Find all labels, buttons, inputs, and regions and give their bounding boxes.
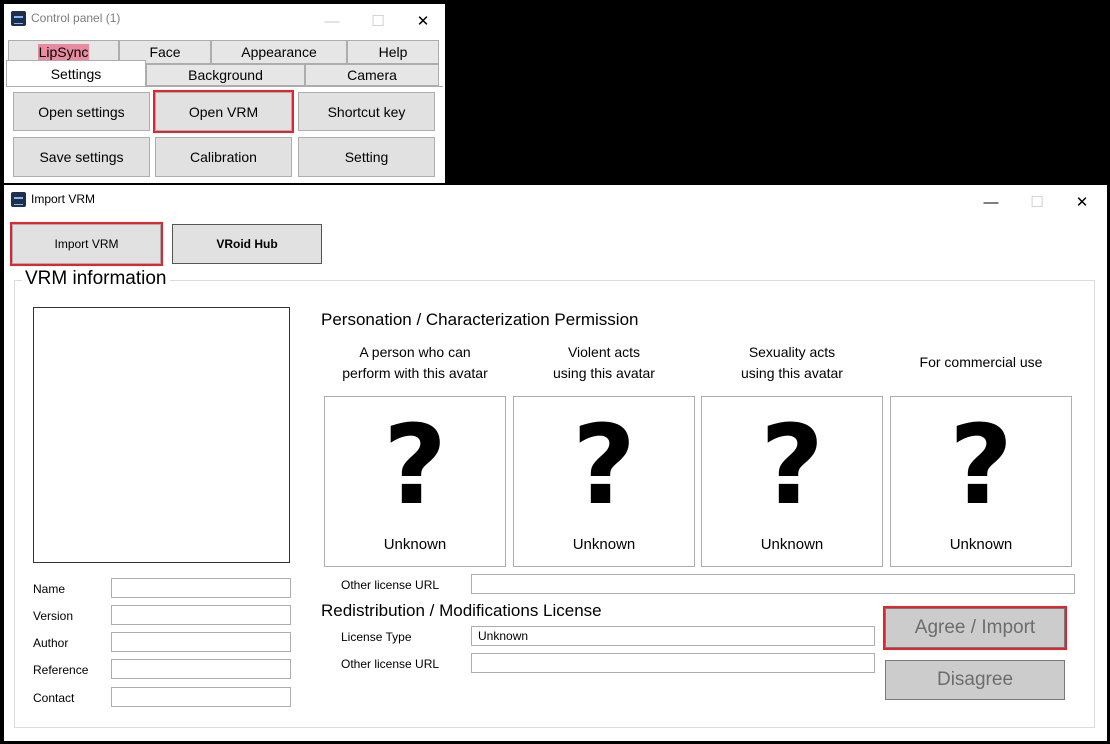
maximize-icon[interactable]: ☐ [355, 4, 401, 38]
reference-field[interactable] [111, 659, 291, 679]
contact-label: Contact [33, 691, 75, 705]
tab-lipsync-label: LipSync [37, 44, 90, 60]
other-license-url-field[interactable] [471, 574, 1075, 594]
vrm-information-title: VRM information [22, 268, 170, 290]
permission-value: Unknown [760, 536, 824, 553]
tab-help[interactable]: Help [347, 40, 439, 64]
minimize-icon[interactable]: — [968, 185, 1014, 219]
vrm-thumbnail [33, 307, 290, 563]
permission-value: Unknown [949, 536, 1013, 553]
contact-field[interactable] [111, 687, 291, 707]
save-settings-button[interactable]: Save settings [13, 137, 150, 177]
question-mark-icon: ? [949, 401, 1013, 529]
version-label: Version [33, 609, 74, 623]
app-icon [11, 11, 26, 26]
tab-camera[interactable]: Camera [305, 64, 439, 86]
disagree-button[interactable]: Disagree [885, 660, 1065, 700]
other-license-url2-label: Other license URL [341, 657, 440, 671]
permission-heading-commercial: For commercial use [919, 354, 1043, 370]
control-panel-title: Control panel (1) [31, 11, 121, 25]
tab-appearance[interactable]: Appearance [211, 40, 347, 64]
redistribution-title: Redistribution / Modifications License [321, 601, 602, 620]
permission-value: Unknown [383, 536, 447, 553]
reference-label: Reference [33, 663, 89, 677]
name-field[interactable] [111, 578, 291, 598]
question-mark-icon: ? [760, 401, 824, 529]
other-license-url2-field[interactable] [471, 653, 875, 673]
author-label: Author [33, 636, 69, 650]
import-vrm-title: Import VRM [31, 192, 96, 206]
vroid-hub-button[interactable]: VRoid Hub [172, 224, 322, 264]
setting-button[interactable]: Setting [298, 137, 435, 177]
permission-heading-sexuality: Sexuality acts using this avatar [741, 344, 843, 381]
author-field[interactable] [111, 632, 291, 652]
question-mark-icon: ? [572, 401, 636, 529]
permission-heading-perform: A person who can perform with this avata… [342, 344, 488, 381]
shortcut-key-button[interactable]: Shortcut key [298, 92, 435, 131]
close-icon[interactable]: ✕ [1059, 185, 1105, 219]
control-panel-window: Control panel (1) — ☐ ✕ LipSync Face App… [4, 4, 445, 183]
license-type-field[interactable]: Unknown [471, 626, 875, 646]
permission-heading-violent: Violent acts using this avatar [553, 344, 655, 381]
maximize-icon[interactable]: ☐ [1014, 185, 1060, 219]
close-icon[interactable]: ✕ [400, 4, 446, 38]
permission-card-perform: ? Unknown [324, 396, 506, 567]
tab-background[interactable]: Background [146, 64, 305, 86]
import-vrm-button[interactable]: Import VRM [10, 222, 163, 266]
calibration-button[interactable]: Calibration [155, 137, 292, 177]
import-vrm-window: Import VRM — ☐ ✕ Import VRM VRoid Hub VR… [4, 185, 1107, 741]
name-label: Name [33, 582, 66, 596]
personation-title: Personation / Characterization Permissio… [321, 310, 639, 329]
permission-card-commercial: ? Unknown [890, 396, 1072, 567]
permission-card-violent: ? Unknown [513, 396, 695, 567]
open-vrm-button[interactable]: Open VRM [153, 90, 294, 133]
license-type-label: License Type [341, 630, 412, 644]
question-mark-icon: ? [383, 401, 447, 529]
open-settings-button[interactable]: Open settings [13, 92, 150, 131]
control-panel-titlebar: Control panel (1) — ☐ ✕ [4, 4, 445, 38]
permission-value: Unknown [572, 536, 636, 553]
version-field[interactable] [111, 605, 291, 625]
other-license-url-label: Other license URL [341, 578, 440, 592]
import-vrm-titlebar: Import VRM — ☐ ✕ [4, 185, 1107, 219]
agree-import-button[interactable]: Agree / Import [883, 606, 1067, 650]
permission-card-sexuality: ? Unknown [701, 396, 883, 567]
app-icon [11, 192, 26, 207]
minimize-icon[interactable]: — [309, 4, 355, 38]
tab-settings[interactable]: Settings [6, 60, 146, 87]
